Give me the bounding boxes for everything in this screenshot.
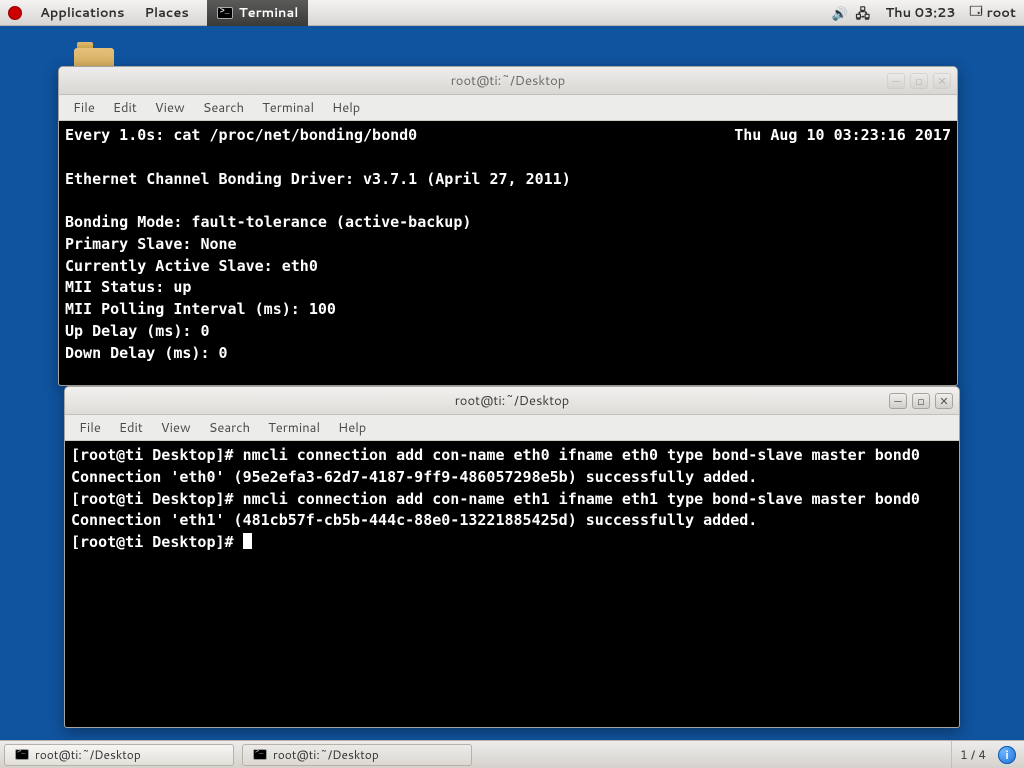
titlebar[interactable]: root@ti:~/Desktop — ▫ ✕: [59, 67, 957, 95]
prompt: [root@ti Desktop]#: [71, 533, 243, 551]
menubar: File Edit View Search Terminal Help: [65, 415, 959, 441]
line: [root@ti Desktop]# nmcli connection add …: [71, 490, 920, 508]
menu-view[interactable]: View: [147, 97, 193, 119]
taskbar-entry[interactable]: root@ti:~/Desktop: [4, 744, 234, 766]
window-controls: — ▫ ✕: [887, 73, 951, 89]
volume-icon[interactable]: [831, 5, 847, 21]
top-panel: Applications Places Terminal Thu 03:23 r…: [0, 0, 1024, 26]
terminal-window-shell[interactable]: root@ti:~/Desktop — ▫ ✕ File Edit View S…: [64, 386, 960, 728]
user-menu[interactable]: root: [966, 2, 1016, 23]
info-icon[interactable]: i: [998, 746, 1016, 764]
maximize-button[interactable]: ▫: [912, 393, 930, 409]
panel-active-app[interactable]: Terminal: [207, 0, 309, 26]
menu-help[interactable]: Help: [324, 97, 368, 119]
terminal-output[interactable]: [root@ti Desktop]# nmcli connection add …: [65, 441, 959, 727]
menu-terminal[interactable]: Terminal: [260, 417, 328, 439]
menu-search[interactable]: Search: [195, 97, 252, 119]
menu-edit[interactable]: Edit: [105, 97, 145, 119]
workspace-switcher[interactable]: 1 / 4: [951, 741, 994, 768]
redhat-icon: [8, 6, 22, 20]
places-menu[interactable]: Places: [136, 0, 196, 26]
menu-file[interactable]: File: [65, 97, 103, 119]
menu-search[interactable]: Search: [201, 417, 258, 439]
terminal-output[interactable]: Every 1.0s: cat /proc/net/bonding/bond0 T…: [59, 121, 957, 385]
menu-edit[interactable]: Edit: [111, 417, 151, 439]
panel-left: Applications Places Terminal: [0, 0, 308, 26]
terminal-icon: [217, 7, 233, 19]
applications-menu[interactable]: Applications: [32, 0, 132, 26]
watch-command: Every 1.0s: cat /proc/net/bonding/bond0: [65, 125, 417, 147]
taskbar-entry[interactable]: root@ti:~/Desktop: [242, 744, 472, 766]
window-title: root@ti:~/Desktop: [65, 392, 959, 410]
watch-timestamp: Thu Aug 10 03:23:16 2017: [734, 125, 951, 147]
cursor: [243, 533, 252, 549]
bottom-panel: root@ti:~/Desktop root@ti:~/Desktop 1 / …: [0, 740, 1024, 768]
network-icon[interactable]: [855, 5, 871, 21]
line: [root@ti Desktop]# nmcli connection add …: [71, 446, 920, 464]
terminal-icon: [15, 749, 29, 760]
menubar: File Edit View Search Terminal Help: [59, 95, 957, 121]
terminal-window-watch[interactable]: root@ti:~/Desktop — ▫ ✕ File Edit View S…: [58, 66, 958, 386]
task-label: root@ti:~/Desktop: [35, 746, 141, 763]
terminal-body: Ethernet Channel Bonding Driver: v3.7.1 …: [65, 170, 571, 362]
clock[interactable]: Thu 03:23: [879, 4, 961, 22]
menu-file[interactable]: File: [71, 417, 109, 439]
line: Connection 'eth0' (95e2efa3-62d7-4187-9f…: [71, 468, 757, 486]
maximize-button[interactable]: ▫: [910, 73, 928, 89]
line: Connection 'eth1' (481cb57f-cb5b-444c-88…: [71, 511, 757, 529]
task-label: root@ti:~/Desktop: [273, 746, 379, 763]
close-button[interactable]: ✕: [935, 393, 953, 409]
menu-help[interactable]: Help: [330, 417, 374, 439]
panel-right: Thu 03:23 root: [831, 2, 1024, 23]
minimize-button[interactable]: —: [889, 393, 907, 409]
minimize-button[interactable]: —: [887, 73, 905, 89]
window-title: root@ti:~/Desktop: [59, 72, 957, 90]
window-controls: — ▫ ✕: [889, 393, 953, 409]
menu-terminal[interactable]: Terminal: [254, 97, 322, 119]
active-app-label: Terminal: [239, 4, 299, 22]
terminal-icon: [253, 749, 267, 760]
titlebar[interactable]: root@ti:~/Desktop — ▫ ✕: [65, 387, 959, 415]
menu-view[interactable]: View: [153, 417, 199, 439]
close-button[interactable]: ✕: [933, 73, 951, 89]
